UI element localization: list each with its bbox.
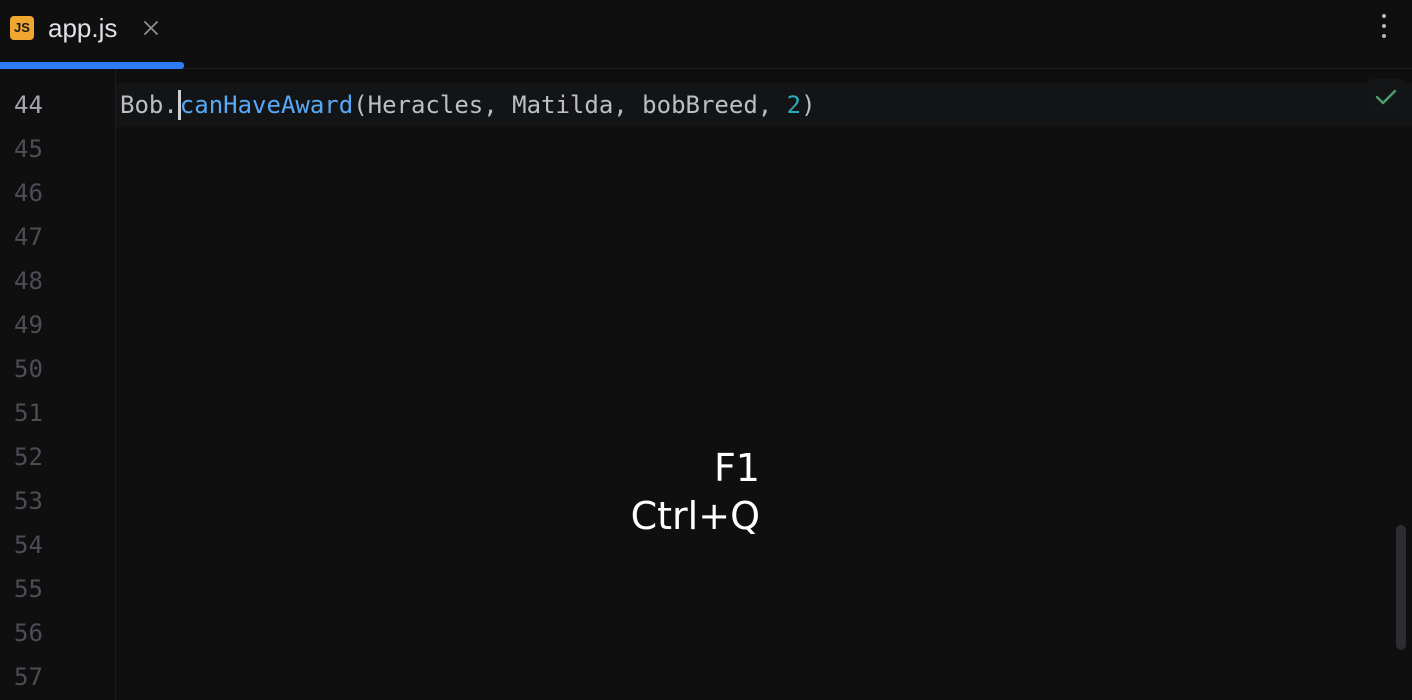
keystroke-ctrl-q: Ctrl+Q (630, 494, 760, 538)
code-token-args: (Heracles, Matilda, bobBreed, (353, 91, 787, 119)
code-token-method: canHaveAward (179, 91, 354, 119)
keystroke-f1: F1 (713, 446, 760, 490)
line-number: 47 (14, 223, 43, 251)
checkmark-icon[interactable] (1368, 79, 1404, 115)
code-editor[interactable]: 44 45 46 47 48 49 50 51 52 53 54 55 56 5… (0, 69, 1412, 700)
line-number: 56 (14, 619, 43, 647)
code-token-number: 2 (786, 91, 802, 119)
editor-tab-bar: JS app.js (0, 0, 1412, 69)
line-number: 55 (14, 575, 43, 603)
code-token-close-paren: ) (801, 91, 816, 119)
line-number: 46 (14, 179, 43, 207)
vertical-scrollbar-thumb[interactable] (1396, 525, 1406, 650)
code-token-object: Bob. (120, 91, 178, 119)
ide-window: JS app.js 44 45 46 47 48 49 50 51 52 53 … (0, 0, 1412, 700)
line-number: 53 (14, 487, 43, 515)
line-number: 52 (14, 443, 43, 471)
tab-label: app.js (48, 13, 118, 43)
line-number: 48 (14, 267, 43, 295)
line-number: 44 (14, 91, 43, 119)
line-number: 54 (14, 531, 43, 559)
line-number-gutter[interactable]: 44 45 46 47 48 49 50 51 52 53 54 55 56 5… (0, 69, 116, 700)
line-number: 57 (14, 663, 43, 691)
close-icon[interactable] (141, 18, 161, 38)
line-number: 50 (14, 355, 43, 383)
code-line-44[interactable]: Bob.canHaveAward(Heracles, Matilda, bobB… (120, 83, 816, 127)
keystroke-overlay: F1 Ctrl+Q (560, 444, 760, 540)
tab-app-js[interactable]: JS app.js (0, 0, 184, 69)
javascript-file-icon: JS (10, 16, 34, 40)
active-tab-indicator (0, 62, 184, 69)
line-number: 49 (14, 311, 43, 339)
kebab-menu-icon[interactable] (1380, 14, 1388, 44)
line-number: 51 (14, 399, 43, 427)
line-number: 45 (14, 135, 43, 163)
